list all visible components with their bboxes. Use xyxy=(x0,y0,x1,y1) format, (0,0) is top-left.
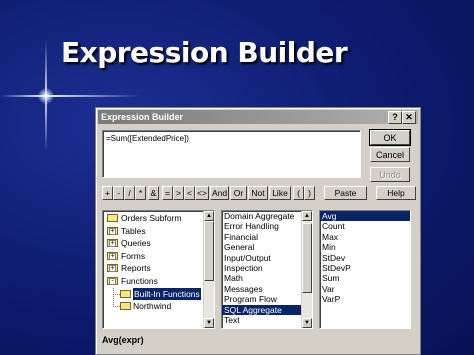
cancel-button[interactable]: Cancel xyxy=(370,147,410,162)
list-item[interactable]: Max xyxy=(320,232,410,242)
list-item[interactable]: Math xyxy=(222,273,312,283)
object-tree-list[interactable]: Orders Subform + Tables + Queries + Form… xyxy=(102,210,215,329)
folder-icon xyxy=(107,214,118,222)
collapse-minus-icon[interactable]: - xyxy=(109,277,116,285)
function-list[interactable]: Avg Count Max Min StDev StDevP Sum Var V… xyxy=(319,210,411,329)
scroll-up-icon[interactable]: ▲ xyxy=(204,211,214,221)
close-button[interactable]: ✕ xyxy=(402,111,416,124)
op-open-paren-button[interactable]: ( xyxy=(293,186,304,200)
list-item[interactable]: Input/Output xyxy=(222,253,312,263)
op-notequal-button[interactable]: <> xyxy=(195,186,209,200)
scroll-thumb[interactable] xyxy=(204,221,214,281)
help-button[interactable]: Help xyxy=(376,186,416,200)
dialog-titlebar: Expression Builder ? ✕ xyxy=(98,110,418,124)
category-scrollbar[interactable]: ▲ ▼ xyxy=(301,211,312,328)
tree-item-orders-subform[interactable]: Orders Subform xyxy=(103,212,214,225)
list-item[interactable]: General xyxy=(222,242,312,252)
op-concat-button[interactable]: & xyxy=(148,186,159,200)
op-not-button[interactable]: Not xyxy=(248,186,268,200)
op-greater-button[interactable]: > xyxy=(173,186,184,200)
op-like-button[interactable]: Like xyxy=(269,186,291,200)
list-item[interactable]: VarP xyxy=(320,294,410,304)
tree-item-functions[interactable]: - Functions xyxy=(103,275,214,288)
tree-scrollbar[interactable]: ▲ ▼ xyxy=(203,211,214,328)
function-items: Avg Count Max Min StDev StDevP Sum Var V… xyxy=(320,211,410,305)
op-minus-button[interactable]: - xyxy=(113,186,124,200)
tree-items: Orders Subform + Tables + Queries + Form… xyxy=(103,211,214,313)
tree-item-tables[interactable]: + Tables xyxy=(103,225,214,238)
list-item[interactable]: Min xyxy=(320,242,410,252)
ok-button[interactable]: OK xyxy=(369,129,411,146)
scroll-thumb[interactable] xyxy=(302,223,312,293)
list-item[interactable]: Domain Aggregate xyxy=(222,211,312,221)
expand-plus-icon[interactable]: + xyxy=(109,240,116,248)
expression-input[interactable]: =Sum([ExtendedPrice]) xyxy=(102,130,361,178)
op-plus-button[interactable]: + xyxy=(102,186,113,200)
help-question-button[interactable]: ? xyxy=(388,111,402,124)
tree-connector xyxy=(113,294,120,308)
scroll-down-icon[interactable]: ▼ xyxy=(204,318,214,328)
list-item[interactable]: Count xyxy=(320,221,410,231)
list-item[interactable]: StDevP xyxy=(320,263,410,273)
expand-plus-icon[interactable]: + xyxy=(109,227,116,235)
list-item[interactable]: Inspection xyxy=(222,263,312,273)
slide-title: Expression Builder xyxy=(61,36,348,69)
op-and-button[interactable]: And xyxy=(210,186,229,200)
tree-item-northwind[interactable]: Northwind xyxy=(103,294,214,313)
op-less-button[interactable]: < xyxy=(184,186,195,200)
list-item-selected[interactable]: Avg xyxy=(320,211,410,222)
list-item[interactable]: Financial xyxy=(222,232,312,242)
op-close-paren-button[interactable]: ) xyxy=(304,186,315,200)
lens-flare-core xyxy=(38,88,54,104)
scroll-down-icon[interactable]: ▼ xyxy=(302,318,312,328)
folder-icon xyxy=(120,302,131,311)
tree-item-reports[interactable]: + Reports xyxy=(103,262,214,275)
category-list[interactable]: Domain Aggregate Error Handling Financia… xyxy=(221,210,313,329)
list-item[interactable]: Error Handling xyxy=(222,221,312,231)
category-items: Domain Aggregate Error Handling Financia… xyxy=(222,211,312,325)
open-folder-icon xyxy=(120,289,131,298)
paste-button[interactable]: Paste xyxy=(324,186,367,200)
tree-item-forms[interactable]: + Forms xyxy=(103,250,214,263)
list-item[interactable]: StDev xyxy=(320,253,410,263)
expand-plus-icon[interactable]: + xyxy=(109,252,116,260)
lens-flare-horizontal xyxy=(0,95,140,97)
op-multiply-button[interactable]: * xyxy=(135,186,146,200)
list-item[interactable]: Sum xyxy=(320,273,410,283)
op-or-button[interactable]: Or xyxy=(230,186,247,200)
list-item-selected[interactable]: SQL Aggregate xyxy=(222,304,312,315)
list-item[interactable]: Program Flow xyxy=(222,294,312,304)
dialog-title: Expression Builder xyxy=(101,112,184,122)
expression-builder-dialog: Expression Builder ? ✕ =Sum([ExtendedPri… xyxy=(95,107,421,355)
list-item[interactable]: Text xyxy=(222,315,312,325)
op-equal-button[interactable]: = xyxy=(162,186,173,200)
op-divide-button[interactable]: / xyxy=(124,186,135,200)
list-item[interactable]: Messages xyxy=(222,284,312,294)
tree-item-queries[interactable]: + Queries xyxy=(103,237,214,250)
function-syntax-status: Avg(expr) xyxy=(102,335,144,345)
list-item[interactable]: Var xyxy=(320,284,410,294)
expand-plus-icon[interactable]: + xyxy=(109,265,116,273)
scroll-up-icon[interactable]: ▲ xyxy=(302,211,312,221)
undo-button[interactable]: Undo xyxy=(370,167,410,182)
